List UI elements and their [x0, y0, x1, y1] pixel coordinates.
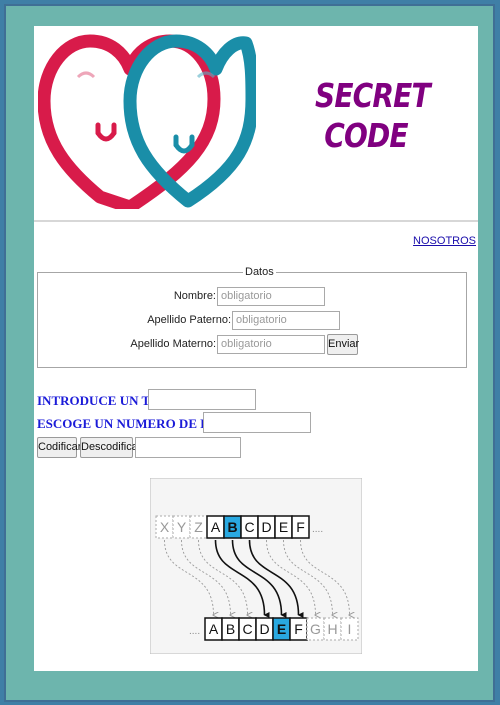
title-line-1: SECRET	[315, 76, 431, 115]
enviar-button[interactable]: Enviar	[327, 334, 359, 355]
nombre-input[interactable]: obligatorio	[217, 287, 325, 306]
top-letter-z: Z	[194, 519, 203, 535]
bottom-letter-b: B	[226, 621, 235, 637]
bottom-letter-i: I	[348, 621, 352, 637]
nosotros-link[interactable]: NOSOTROS	[413, 235, 476, 247]
bottom-letter-g: G	[310, 621, 321, 637]
datos-fieldset: Datos Nombre: obligatorio Apellido Pater…	[37, 266, 467, 368]
teal-smile-line-icon	[173, 134, 195, 148]
top-letter-b: B	[227, 519, 237, 535]
bottom-letter-c: C	[242, 621, 252, 637]
texto-input[interactable]	[148, 389, 256, 410]
bottom-letter-h: H	[327, 621, 337, 637]
page-title: SECRET CODE	[315, 76, 431, 156]
top-letter-row: X Y Z A B C D E F....	[155, 515, 323, 539]
top-letter-f: F	[296, 519, 305, 535]
top-ellipsis: ....	[312, 524, 323, 535]
nombre-label: Nombre:	[173, 290, 216, 302]
top-letter-a: A	[211, 519, 221, 535]
teal-heart-icon	[123, 34, 256, 208]
top-letter-x: X	[160, 519, 170, 535]
top-letter-c: C	[244, 519, 254, 535]
datos-legend: Datos	[243, 266, 276, 278]
apellido-paterno-label: Apellido Paterno:	[147, 314, 231, 326]
bottom-letter-a: A	[209, 621, 219, 637]
title-line-2: CODE	[324, 116, 408, 155]
apellido-materno-input[interactable]: obligatorio	[217, 335, 325, 354]
red-eye-icon	[76, 71, 96, 79]
red-smile-icon	[95, 130, 117, 142]
bottom-ellipsis: ....	[189, 626, 200, 637]
bottom-letter-e: E	[277, 621, 286, 637]
top-letter-d: D	[261, 519, 271, 535]
caesar-cipher-diagram: X Y Z A B C D E F.... .... A B C D E F G H I	[150, 478, 362, 654]
apellido-paterno-input[interactable]: obligatorio	[232, 311, 340, 330]
hearts-logo	[38, 34, 256, 209]
red-smile-line-icon	[95, 122, 117, 136]
top-letter-y: Y	[177, 519, 187, 535]
bottom-letter-d: D	[259, 621, 269, 637]
bottom-letter-f: F	[294, 621, 303, 637]
descodificar-button[interactable]: Descodificar	[80, 437, 142, 458]
resultado-output[interactable]	[135, 437, 241, 458]
header: SECRET CODE	[34, 26, 478, 216]
bottom-letter-row: .... A B C D E F G H I	[189, 617, 359, 641]
apellido-materno-label: Apellido Materno:	[130, 338, 216, 350]
teal-smile-icon	[173, 142, 195, 154]
header-divider	[34, 220, 478, 222]
codificar-button[interactable]: Codificar	[37, 437, 81, 458]
page-content: SECRET CODE NOSOTROS Datos Nombre: oblig…	[34, 26, 478, 671]
top-letter-e: E	[279, 519, 288, 535]
posicion-input[interactable]	[203, 412, 311, 433]
